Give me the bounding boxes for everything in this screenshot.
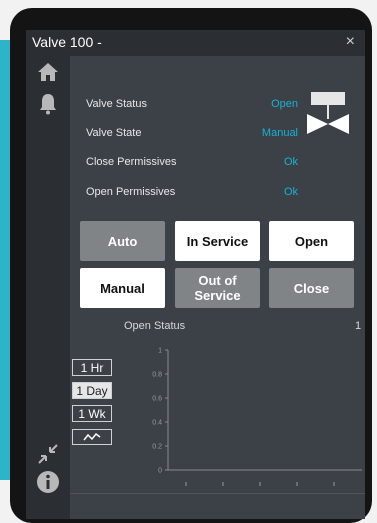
close-button[interactable]: Close [269,268,354,308]
status-label: Close Permissives [86,156,177,168]
chart-title: Open Status [124,320,186,332]
footer-divider [70,493,365,494]
sidebar [26,56,70,519]
status-value: Ok [283,186,298,198]
open-button[interactable]: Open [269,221,354,261]
faceplate-content: Valve Status Open Valve State Manual Clo… [70,56,365,519]
status-label: Valve Status [86,98,147,110]
y-tick-label: 0.6 [152,396,162,403]
open-status-chart: 1 0.8 0.6 0.4 0.2 0 [152,348,362,486]
valve-symbol-icon [307,92,349,134]
status-row-close-permissives: Close Permissives Ok [86,156,298,172]
status-label: Valve State [86,127,142,139]
valve-faceplate: Valve 100 - × Valve Status Open Valve St… [26,30,365,519]
y-tick-label: 1 [158,348,162,355]
bell-icon[interactable] [36,92,60,116]
y-tick-label: 0.2 [152,444,162,451]
auto-button[interactable]: Auto [80,221,165,261]
info-icon[interactable] [36,470,60,494]
status-row-valve-state: Valve State Manual [86,127,298,143]
manual-button[interactable]: Manual [80,268,165,308]
home-icon[interactable] [36,60,60,84]
dialog-title: Valve 100 - [32,34,102,50]
close-icon[interactable]: × [346,33,355,51]
chart-corner-label: 1 [355,320,362,332]
status-value: Ok [283,156,298,168]
range-1hr-button[interactable]: 1 Hr [72,359,112,376]
collapse-arrows-icon[interactable] [36,442,60,466]
status-value: Open [271,98,298,110]
range-1day-button[interactable]: 1 Day [72,382,112,399]
out-of-service-button[interactable]: Out of Service [175,268,260,308]
status-row-open-permissives: Open Permissives Ok [86,186,298,202]
status-value: Manual [261,127,298,139]
status-row-valve-status: Valve Status Open [86,98,298,114]
in-service-button[interactable]: In Service [175,221,260,261]
dialog-titlebar: Valve 100 - × [26,30,365,56]
y-tick-label: 0.8 [152,372,162,379]
y-tick-label: 0.4 [152,420,162,427]
trend-icon[interactable] [72,429,112,445]
range-1wk-button[interactable]: 1 Wk [72,405,112,422]
y-tick-label: 0 [158,468,162,475]
status-label: Open Permissives [86,186,176,198]
